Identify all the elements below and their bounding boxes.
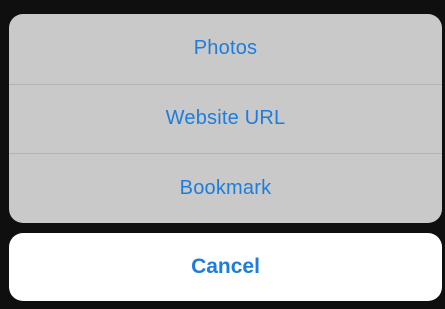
photos-option[interactable]: Photos <box>9 14 442 84</box>
bookmark-option[interactable]: Bookmark <box>9 153 442 223</box>
website-url-option[interactable]: Website URL <box>9 83 442 154</box>
action-sheet: Photos Website URL Bookmark <box>9 14 442 223</box>
cancel-button[interactable]: Cancel <box>9 233 442 301</box>
